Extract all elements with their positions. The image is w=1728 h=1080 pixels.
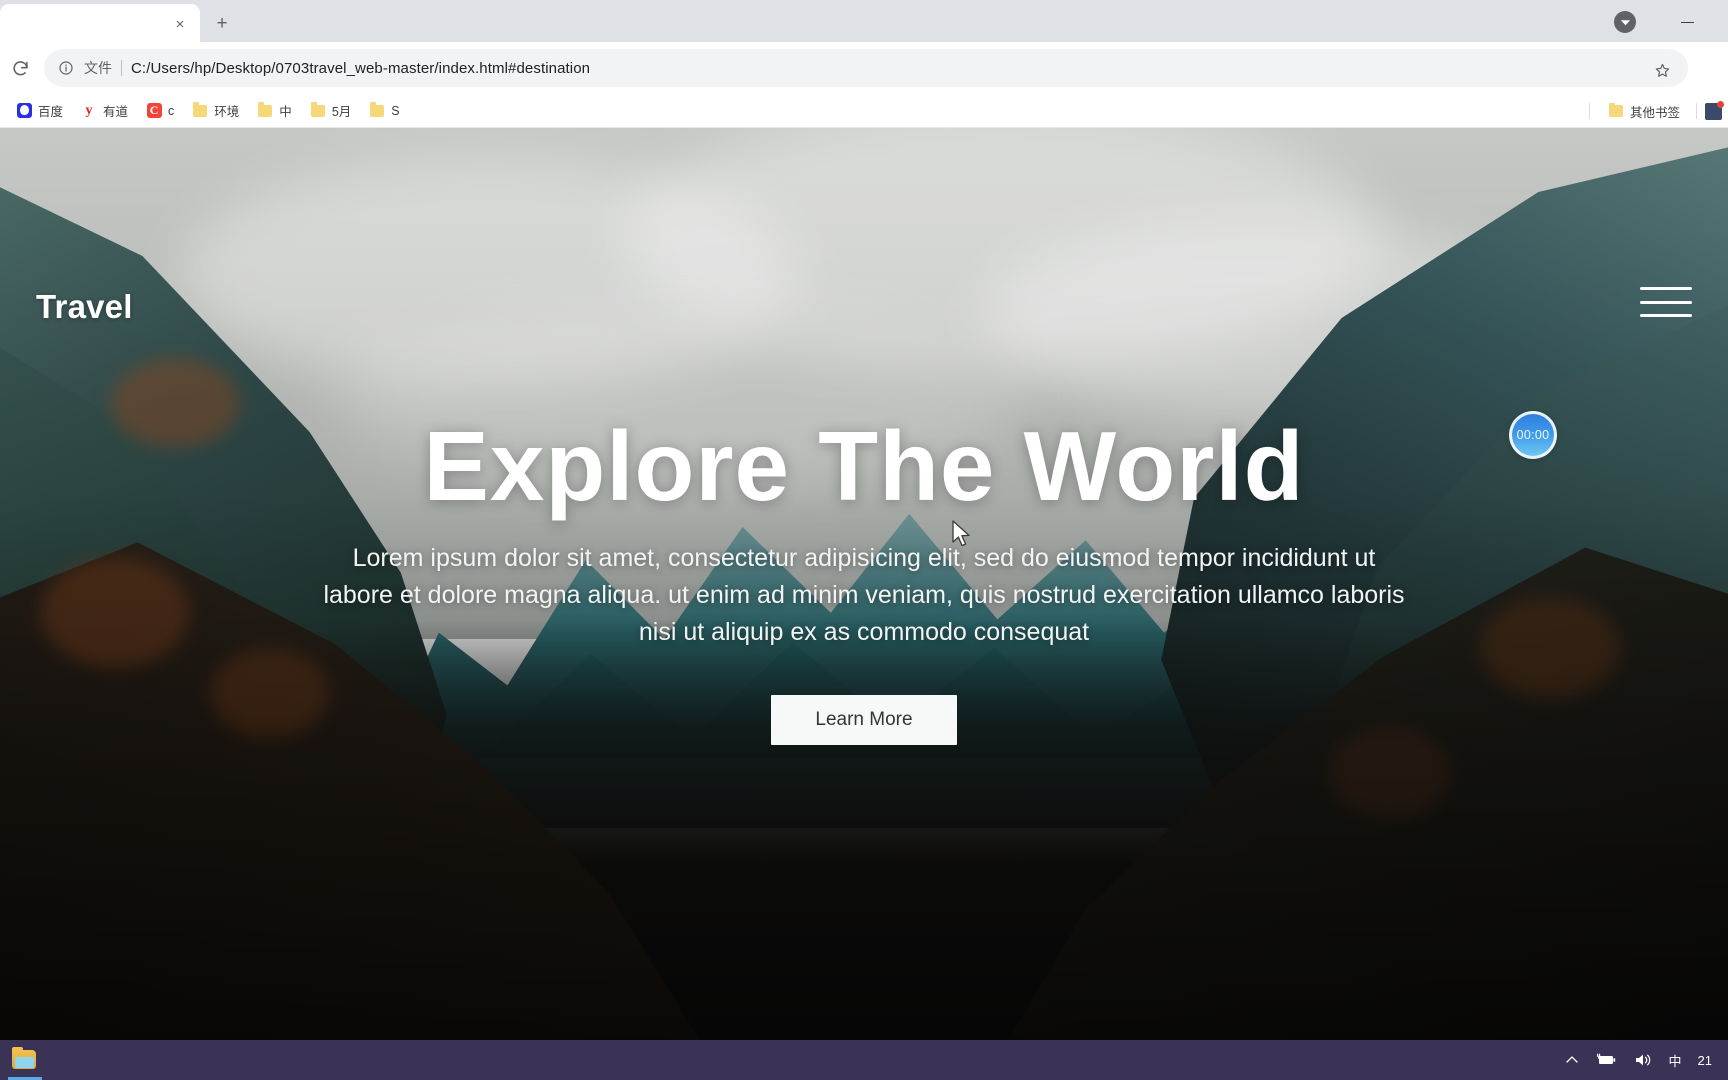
- web-page: Travel 00:00 Explore The World Lorem ips…: [0, 128, 1728, 1040]
- browser-tab[interactable]: ×: [0, 4, 200, 42]
- divider: [121, 60, 122, 76]
- bookmark-item[interactable]: y 有道: [73, 99, 136, 123]
- close-icon[interactable]: ×: [170, 14, 190, 34]
- battery-charging-icon[interactable]: [1587, 1040, 1625, 1080]
- system-tray: 中 21: [1557, 1040, 1728, 1080]
- bookmark-label: 百度: [38, 105, 64, 119]
- bookmark-label: S: [391, 103, 400, 118]
- file-explorer-icon[interactable]: [12, 1047, 38, 1071]
- other-bookmarks-label: 其他书签: [1629, 105, 1680, 120]
- volume-icon[interactable]: [1625, 1040, 1661, 1080]
- bookmark-label: 中: [279, 105, 292, 119]
- learn-more-button[interactable]: Learn More: [771, 694, 957, 745]
- divider: [1588, 103, 1590, 119]
- page-title: Explore The World: [423, 411, 1305, 521]
- baidu-favicon-icon: [16, 103, 32, 119]
- youdao-favicon-icon: y: [85, 103, 93, 118]
- tab-strip: × +: [0, 0, 1728, 42]
- hero-subtitle: Lorem ipsum dolor sit amet, consectetur …: [323, 543, 1405, 646]
- extension-icon[interactable]: [1705, 100, 1724, 120]
- hero-section: Explore The World Lorem ipsum dolor sit …: [0, 128, 1728, 1040]
- windows-taskbar: 中 21: [0, 1040, 1728, 1080]
- bookmark-item[interactable]: 百度: [8, 99, 71, 123]
- star-icon[interactable]: [1652, 60, 1672, 80]
- bookmark-item[interactable]: 中: [249, 99, 300, 123]
- new-tab-button[interactable]: +: [208, 10, 236, 38]
- folder-icon: [310, 102, 326, 119]
- url-text: C:/Users/hp/Desktop/0703travel_web-maste…: [131, 59, 591, 77]
- mouse-cursor: [951, 520, 973, 550]
- folder-icon: [257, 102, 273, 119]
- reload-icon[interactable]: [2, 50, 38, 86]
- c-favicon-icon: C: [146, 103, 162, 119]
- bookmarks-bar-right: 其他书签: [1581, 99, 1724, 123]
- folder-icon: [1608, 102, 1624, 119]
- browser-toolbar: 文件 C:/Users/hp/Desktop/0703travel_web-ma…: [0, 42, 1728, 94]
- clock[interactable]: 21: [1690, 1040, 1720, 1080]
- folder-icon: [192, 102, 208, 119]
- address-bar[interactable]: 文件 C:/Users/hp/Desktop/0703travel_web-ma…: [44, 49, 1688, 87]
- scheme-label: 文件: [84, 60, 112, 76]
- bookmarks-bar: 百度 y 有道 C c 环境 中 5月 S 其他书签: [0, 94, 1728, 128]
- bookmark-label: 有道: [103, 105, 129, 119]
- bookmark-label: 5月: [331, 105, 352, 119]
- folder-icon: [369, 102, 385, 119]
- bookmark-item[interactable]: C c: [138, 99, 182, 123]
- bookmark-item[interactable]: 环境: [184, 99, 247, 123]
- bookmark-item[interactable]: 5月: [302, 99, 359, 123]
- profile-badge-icon[interactable]: [1614, 11, 1636, 33]
- divider: [1696, 103, 1697, 119]
- chevron-up-icon[interactable]: [1557, 1040, 1587, 1080]
- info-circle-icon[interactable]: [56, 58, 76, 78]
- minimize-button[interactable]: [1664, 10, 1710, 34]
- ime-indicator[interactable]: 中: [1661, 1040, 1690, 1080]
- other-bookmarks-button[interactable]: 其他书签: [1600, 99, 1688, 123]
- bookmark-label: c: [168, 103, 175, 118]
- bookmark-item[interactable]: S: [361, 99, 407, 123]
- bookmark-label: 环境: [214, 105, 240, 119]
- browser-chrome: × + 文件 C:/Users/hp/Desktop/0703travel_we…: [0, 0, 1728, 128]
